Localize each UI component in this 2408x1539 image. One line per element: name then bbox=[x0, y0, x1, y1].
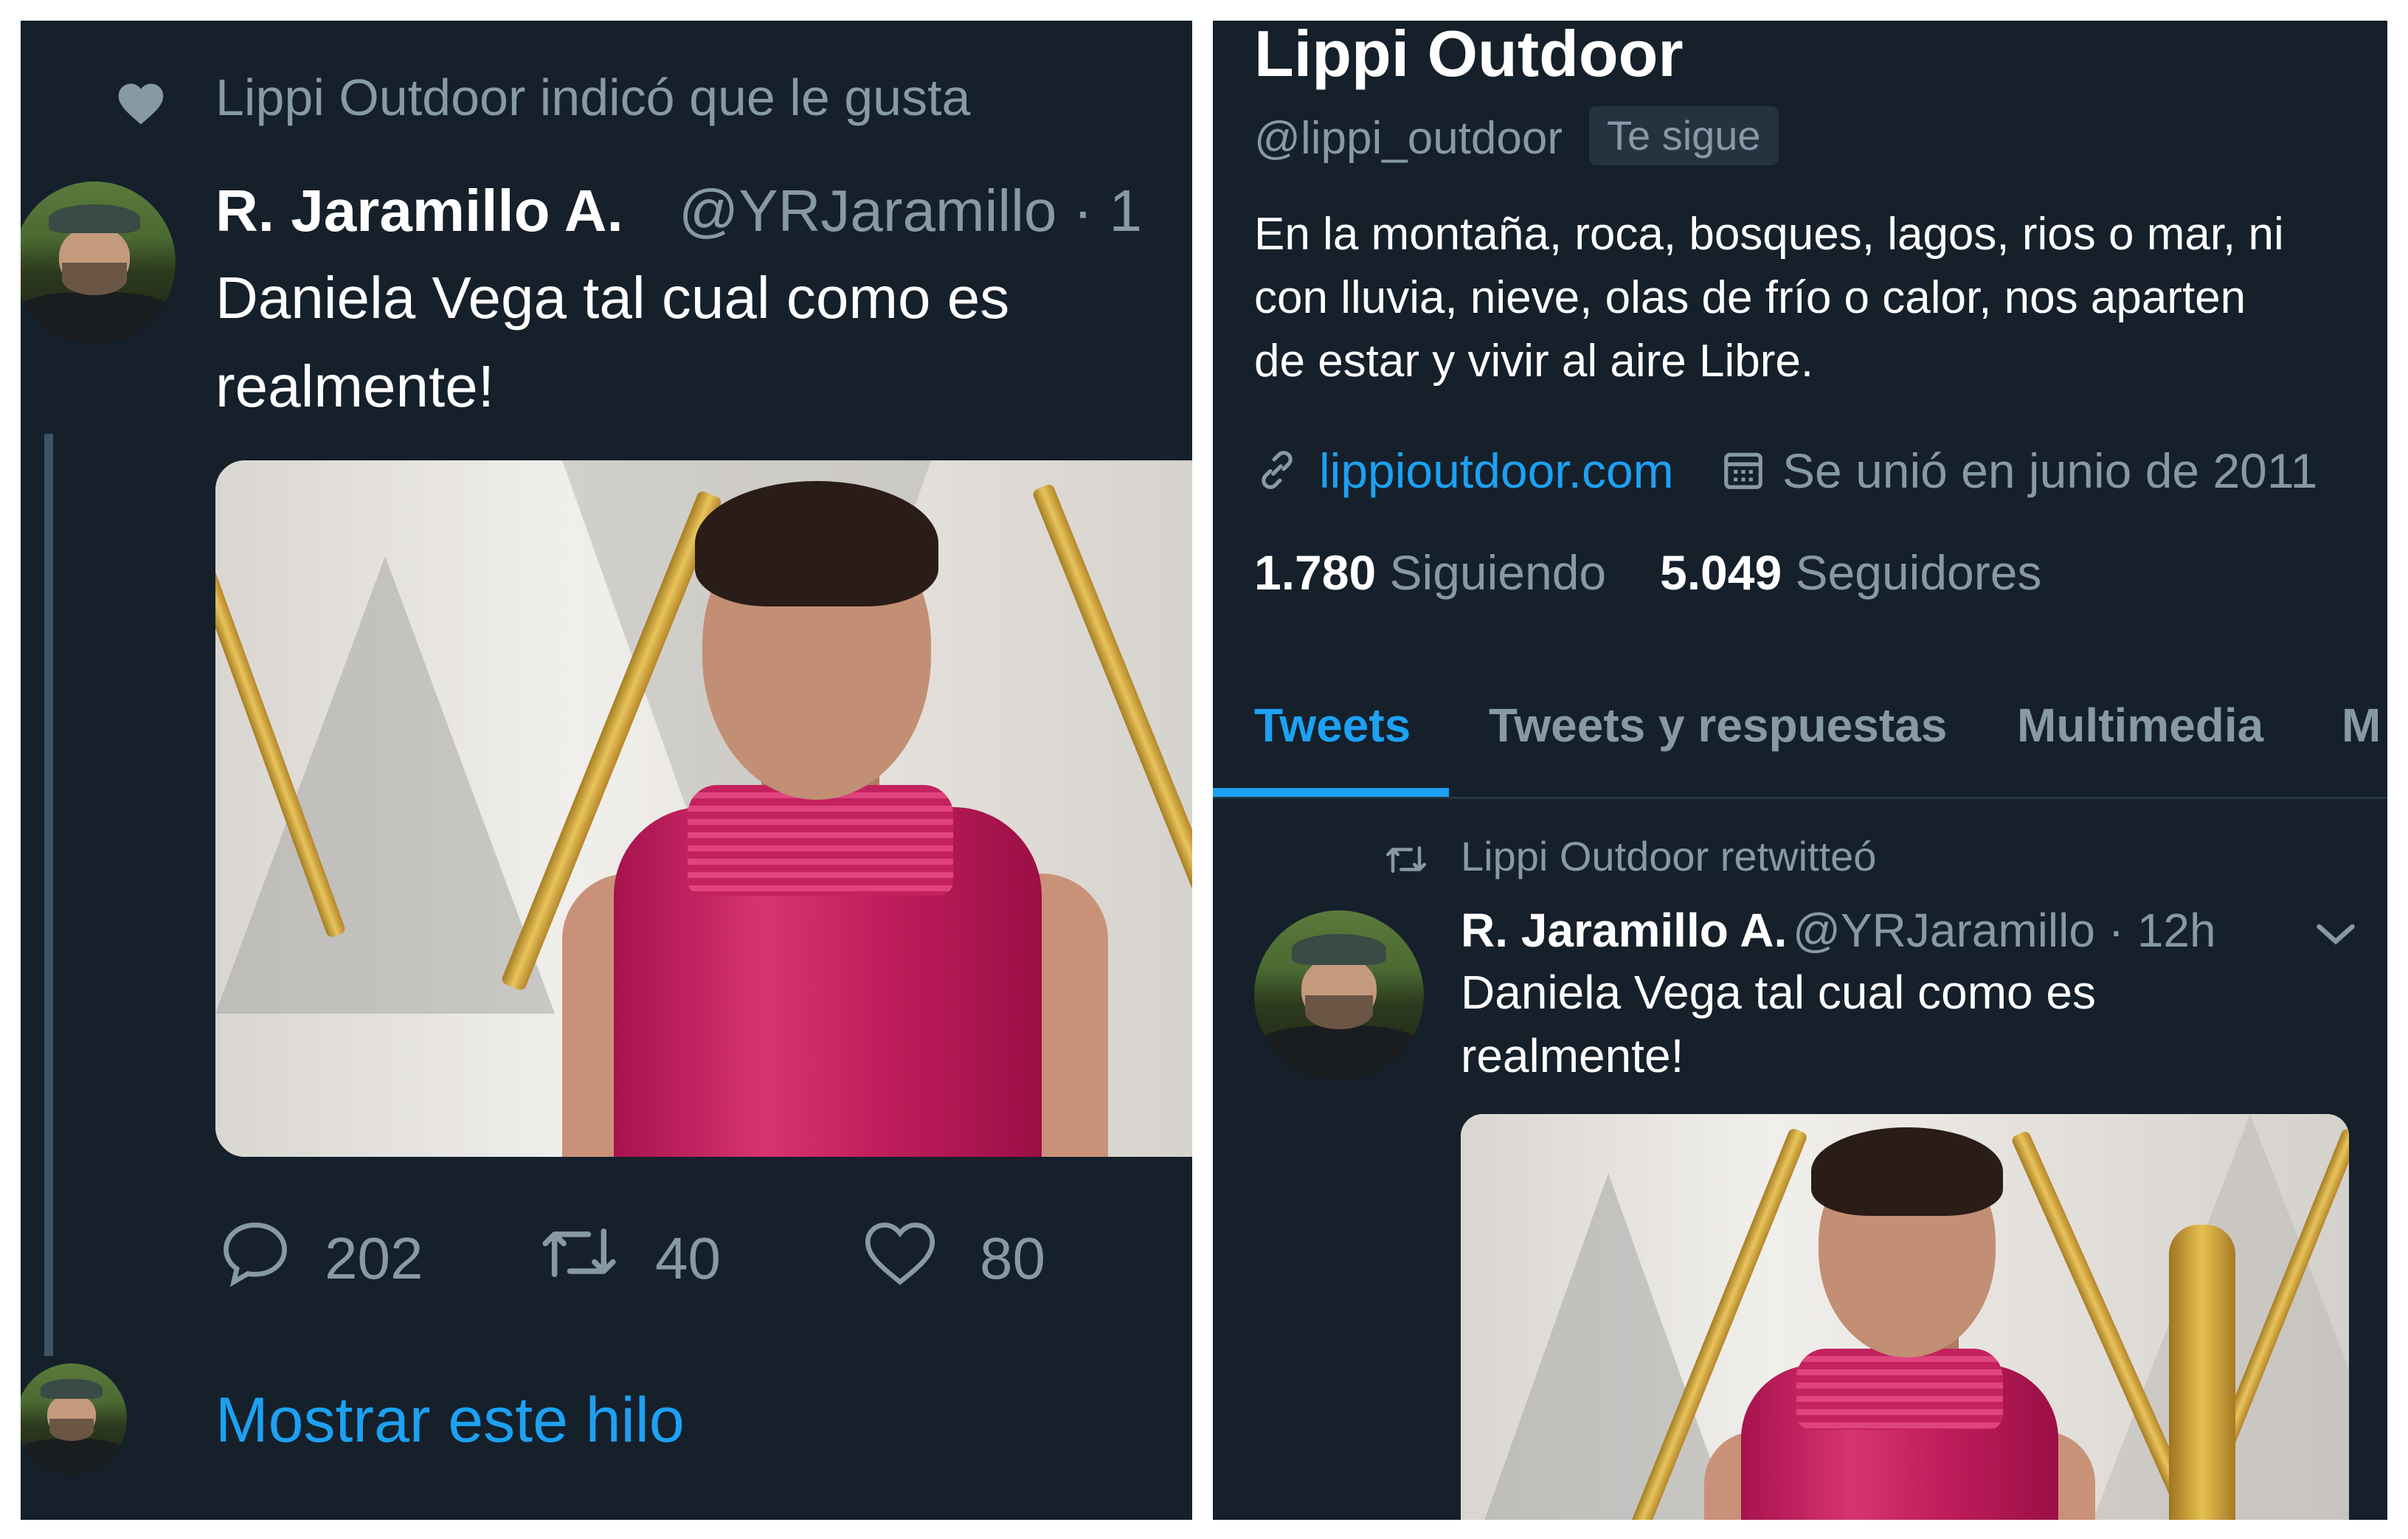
like-context-text: Lippi Outdoor indicó que le gusta bbox=[215, 69, 971, 126]
retweet-count: 40 bbox=[655, 1225, 721, 1291]
retweet-text-line-1: Daniela Vega tal cual como es bbox=[1461, 966, 2096, 1019]
like-count: 80 bbox=[980, 1225, 1045, 1291]
followers-label: Seguidores bbox=[1795, 545, 2042, 600]
retweet-context-icon bbox=[1384, 840, 1428, 879]
followers-count: 5.049 bbox=[1660, 545, 1782, 600]
thread-line bbox=[44, 434, 53, 1356]
retweet-author-avatar[interactable] bbox=[1254, 910, 1424, 1080]
left-screenshot-panel: Lippi Outdoor indicó que le gusta R. Jar… bbox=[21, 21, 1192, 1520]
active-tab-indicator bbox=[1213, 788, 1449, 797]
bio-line-1: En la montaña, roca, bosques, lagos, rio… bbox=[1254, 209, 2284, 260]
tab-tweets-label: Tweets bbox=[1254, 699, 1411, 752]
profile-handle: @lippi_outdoor bbox=[1254, 113, 1563, 164]
retweet-icon[interactable] bbox=[539, 1216, 620, 1290]
tab-tweets-replies-label: Tweets y respuestas bbox=[1489, 699, 1948, 752]
joined-date: Se unió en junio de 2011 bbox=[1782, 443, 2318, 498]
tab-more[interactable]: M bbox=[2342, 698, 2381, 753]
thread-avatar[interactable] bbox=[21, 1363, 127, 1474]
calendar-icon bbox=[1720, 447, 1766, 493]
tab-media[interactable]: Multimedia bbox=[2017, 698, 2263, 753]
follows-you-badge: Te sigue bbox=[1589, 106, 1779, 165]
show-thread-link[interactable]: Mostrar este hilo bbox=[215, 1384, 685, 1457]
retweet-text-line-2: realmente! bbox=[1461, 1029, 1684, 1082]
like-heart-icon[interactable] bbox=[863, 1220, 937, 1288]
reply-count: 202 bbox=[325, 1225, 423, 1291]
tab-tweets[interactable]: Tweets bbox=[1254, 698, 1411, 753]
bio-line-3: de estar y vivir al aire Libre. bbox=[1254, 336, 1814, 387]
tweet-text-line-2: realmente! bbox=[215, 353, 494, 419]
link-icon bbox=[1254, 447, 1300, 493]
heart-icon bbox=[117, 81, 165, 127]
tab-tweets-replies[interactable]: Tweets y respuestas bbox=[1489, 698, 1947, 753]
chevron-down-icon[interactable] bbox=[2314, 919, 2358, 949]
following-label: Siguiendo bbox=[1389, 545, 1607, 600]
retweet-author-handle[interactable]: @YRJaramillo · 12h bbox=[1793, 903, 2216, 958]
followers-stat[interactable]: 5.049 Seguidores bbox=[1660, 544, 2041, 601]
author-avatar[interactable] bbox=[21, 181, 176, 344]
right-screenshot-panel: Lippi Outdoor @lippi_outdoor Te sigue En… bbox=[1213, 21, 2387, 1520]
retweet-image[interactable] bbox=[1461, 1114, 2349, 1520]
reply-icon[interactable] bbox=[218, 1216, 292, 1290]
retweet-author-name[interactable]: R. Jaramillo A. bbox=[1461, 903, 1787, 958]
bio-line-2: con lluvia, nieve, olas de frío o calor,… bbox=[1254, 272, 2246, 323]
tab-more-label: M bbox=[2342, 699, 2381, 752]
website-link[interactable]: lippioutdoor.com bbox=[1319, 443, 1674, 499]
author-handle[interactable]: @YRJaramillo · 1 bbox=[679, 177, 1142, 245]
tab-media-label: Multimedia bbox=[2017, 699, 2264, 752]
tweet-image[interactable] bbox=[215, 460, 1192, 1157]
following-count: 1.780 bbox=[1254, 545, 1377, 600]
following-stat[interactable]: 1.780 Siguiendo bbox=[1254, 544, 1606, 601]
tweet-text-line-1: Daniela Vega tal cual como es bbox=[215, 265, 1010, 331]
tabs-divider bbox=[1213, 797, 2387, 799]
profile-name: Lippi Outdoor bbox=[1254, 21, 1684, 90]
author-name[interactable]: R. Jaramillo A. bbox=[215, 177, 623, 245]
retweet-context-text: Lippi Outdoor retwitteó bbox=[1461, 833, 1877, 879]
